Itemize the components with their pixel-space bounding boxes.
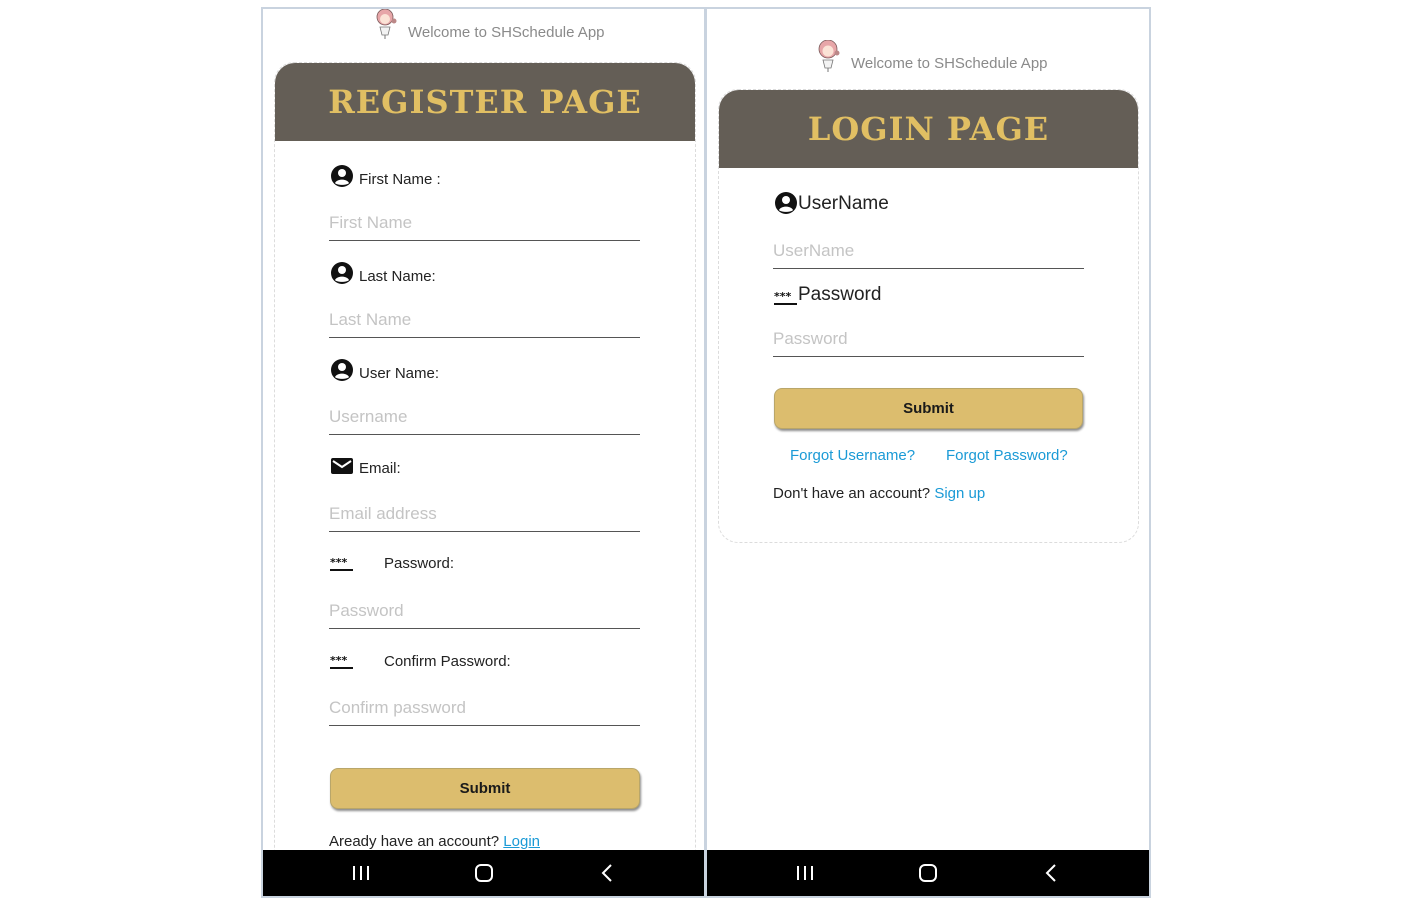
signup-prompt: Don't have an account? Sign up [773,485,985,502]
login-header: LOGIN PAGE [719,90,1138,168]
password-input[interactable] [329,593,640,629]
forgot-username-link[interactable]: Forgot Username? [790,447,915,464]
welcome-text: Welcome to SHSchedule App [851,55,1048,72]
login-link[interactable]: Login [503,833,540,850]
back-icon[interactable] [587,850,627,896]
register-submit-button[interactable]: Submit [330,768,640,809]
email-label-row: Email: [330,455,401,477]
home-icon[interactable] [464,850,504,896]
svg-text:***: *** [774,292,792,303]
home-icon[interactable] [908,850,948,896]
register-screen: Welcome to SHSchedule App REGISTER PAGE … [263,9,704,896]
login-card: LOGIN PAGE [718,89,1139,543]
welcome-banner: Welcome to SHSchedule App [372,9,605,41]
confirm-password-label-row: *** Confirm Password: [330,653,511,670]
app-logo-icon [372,9,400,41]
user-circle-icon [330,261,354,285]
last-name-label-row: Last Name: [330,261,436,285]
password-label-row: *** Password: [330,555,454,572]
login-username-input[interactable] [773,233,1084,269]
svg-text:***: *** [330,558,348,569]
login-password-label: Password [798,284,882,305]
confirm-password-input[interactable] [329,690,640,726]
signup-prompt-text: Don't have an account? [773,485,931,502]
login-password-label-row: *** Password [774,284,881,306]
password-dots-icon: *** [330,656,354,670]
first-name-label: First Name : [359,171,441,188]
signup-link[interactable]: Sign up [934,485,985,502]
back-icon[interactable] [1031,850,1071,896]
user-name-label: User Name: [359,365,440,382]
user-circle-icon [774,191,798,215]
password-label: Password: [384,555,455,572]
login-prompt: Aready have an account? Login [329,833,540,850]
welcome-banner: Welcome to SHSchedule App [815,40,1048,72]
password-dots-icon: *** [774,292,798,306]
first-name-label-row: First Name : [330,164,441,188]
android-nav-bar [263,850,704,896]
recent-apps-icon[interactable] [785,850,825,896]
login-screen: Welcome to SHSchedule App LOGIN PAGE Use… [707,9,1149,896]
user-circle-icon [330,358,354,382]
forgot-password-link[interactable]: Forgot Password? [946,447,1068,464]
register-header: REGISTER PAGE [275,63,695,141]
last-name-input[interactable] [329,302,640,338]
login-submit-button[interactable]: Submit [774,388,1083,429]
login-password-input[interactable] [773,321,1084,357]
envelope-icon [330,455,354,477]
username-label: UserName [798,193,889,214]
register-title: REGISTER PAGE [328,83,642,121]
password-dots-icon: *** [330,558,354,572]
confirm-password-label: Confirm Password: [384,653,511,670]
login-title: LOGIN PAGE [807,110,1050,148]
login-prompt-text: Aready have an account? [329,833,500,850]
email-input[interactable] [329,496,640,532]
user-name-label-row: User Name: [330,358,439,382]
recent-apps-icon[interactable] [341,850,381,896]
app-logo-icon [815,40,843,72]
user-circle-icon [330,164,354,188]
welcome-text: Welcome to SHSchedule App [408,24,605,41]
first-name-input[interactable] [329,205,640,241]
email-label: Email: [359,460,401,477]
svg-text:***: *** [330,656,348,667]
username-input[interactable] [329,399,640,435]
username-label-row: UserName [774,191,889,215]
android-nav-bar [707,850,1149,896]
last-name-label: Last Name: [359,268,436,285]
